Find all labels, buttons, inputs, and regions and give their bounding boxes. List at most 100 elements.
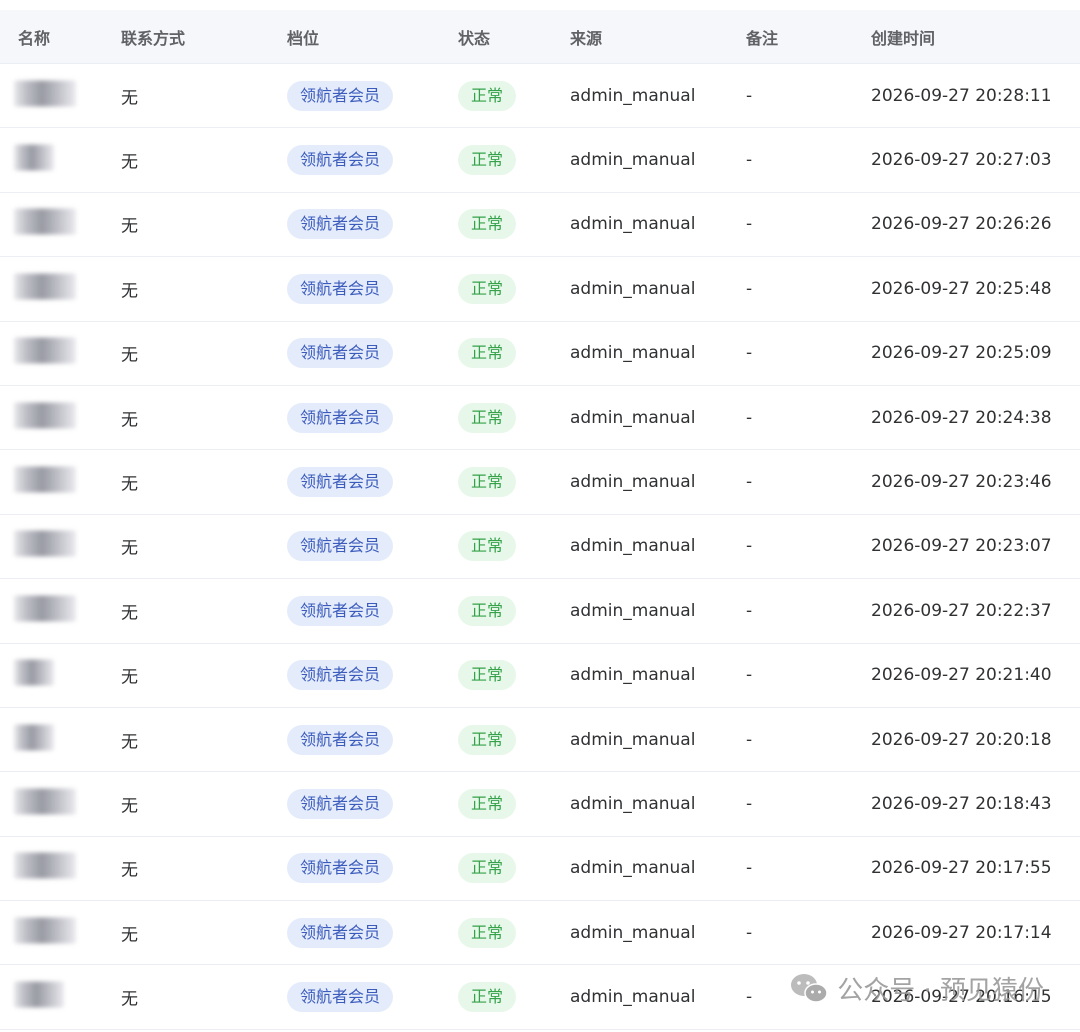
member-name-redacted [14,917,76,948]
tier-tag-label: 领航者会员 [287,467,394,498]
status-badge: 正常 [458,788,517,819]
table-row[interactable]: 无 领航者会员 正常 admin_manual - 2026-09-27 20:… [0,386,1080,451]
status-badge-label: 正常 [458,145,517,176]
contact-cell: 无 [121,152,138,173]
source-cell: admin_manual [570,665,696,686]
status-badge-label: 正常 [458,982,517,1013]
tier-tag: 领航者会员 [287,595,394,626]
tier-tag-label: 领航者会员 [287,531,394,562]
wechat-icon [789,972,829,1006]
table-row[interactable]: 无 领航者会员 正常 admin_manual - 2026-09-27 20:… [0,515,1080,580]
contact-cell: 无 [121,860,138,881]
table-row[interactable]: 无 领航者会员 正常 admin_manual - 2026-09-27 20:… [0,644,1080,708]
tier-tag: 领航者会员 [287,273,394,304]
status-badge: 正常 [458,531,517,562]
tier-tag: 领航者会员 [287,917,394,948]
status-badge-label: 正常 [458,273,517,304]
source-cell: admin_manual [570,472,696,493]
tier-tag-label: 领航者会员 [287,595,394,626]
table-row[interactable]: 无 领航者会员 正常 admin_manual - 2026-09-27 20:… [0,450,1080,515]
status-badge: 正常 [458,917,517,948]
header-tier[interactable]: 档位 [287,25,319,49]
tier-tag: 领航者会员 [287,209,394,240]
tier-tag-label: 领航者会员 [287,273,394,304]
created-time-cell: 2026-09-27 20:28:11 [871,85,1052,106]
created-time-cell: 2026-09-27 20:21:40 [871,665,1052,686]
member-name-redacted [14,337,76,369]
created-time-cell: 2026-09-27 20:25:48 [871,278,1052,299]
tier-tag: 领航者会员 [287,853,394,884]
note-cell: - [746,536,753,557]
table-row[interactable]: 无 领航者会员 正常 admin_manual - 2026-09-27 20:… [0,64,1080,129]
created-time-cell: 2026-09-27 20:23:46 [871,472,1052,493]
contact-cell: 无 [121,216,138,237]
header-status[interactable]: 状态 [458,25,490,49]
tier-tag: 领航者会员 [287,531,394,562]
note-cell: - [746,407,753,428]
table-row[interactable]: 无 领航者会员 正常 admin_manual - 2026-09-27 20:… [0,193,1080,258]
status-badge-label: 正常 [458,80,517,111]
note-cell: - [746,858,753,879]
status-badge: 正常 [458,982,517,1013]
created-time-cell: 2026-09-27 20:24:38 [871,407,1052,428]
note-cell: - [746,278,753,299]
table-row[interactable]: 无 领航者会员 正常 admin_manual - 2026-09-27 20:… [0,322,1080,386]
note-cell: - [746,85,753,106]
created-time-cell: 2026-09-27 20:22:37 [871,600,1052,621]
member-name-redacted [14,724,54,755]
member-name-redacted [14,273,76,304]
tier-tag: 领航者会员 [287,788,394,819]
contact-cell: 无 [121,281,138,302]
status-badge: 正常 [458,145,517,176]
header-note[interactable]: 备注 [746,25,778,49]
contact-cell: 无 [121,796,138,817]
tier-tag: 领航者会员 [287,982,394,1013]
note-cell: - [746,922,753,943]
status-badge-label: 正常 [458,467,517,498]
member-name-redacted [14,80,76,111]
contact-cell: 无 [121,667,138,688]
header-source[interactable]: 来源 [570,25,602,49]
note-cell: - [746,150,753,171]
status-badge-label: 正常 [458,531,517,562]
source-cell: admin_manual [570,214,696,235]
member-name-redacted [14,208,76,240]
contact-cell: 无 [121,925,138,946]
source-cell: admin_manual [570,343,696,364]
status-badge: 正常 [458,853,517,884]
tier-tag-label: 领航者会员 [287,982,394,1013]
status-badge: 正常 [458,338,517,369]
tier-tag-label: 领航者会员 [287,724,394,755]
member-name-redacted [14,530,76,562]
contact-cell: 无 [121,410,138,431]
header-created[interactable]: 创建时间 [871,25,935,49]
table-row[interactable]: 无 领航者会员 正常 admin_manual - 2026-09-27 20:… [0,772,1080,837]
status-badge: 正常 [458,467,517,498]
tier-tag: 领航者会员 [287,660,394,691]
status-badge: 正常 [458,402,517,433]
tier-tag: 领航者会员 [287,338,394,369]
table-row[interactable]: 无 领航者会员 正常 admin_manual - 2026-09-27 20:… [0,579,1080,644]
table-header: 名称 联系方式 档位 状态 来源 备注 创建时间 [0,10,1080,64]
table-row[interactable]: 无 领航者会员 正常 admin_manual - 2026-09-27 20:… [0,708,1080,773]
tier-tag-label: 领航者会员 [287,788,394,819]
table-row[interactable]: 无 领航者会员 正常 admin_manual - 2026-09-27 20:… [0,901,1080,966]
table-row[interactable]: 无 领航者会员 正常 admin_manual - 2026-09-27 20:… [0,257,1080,322]
tier-tag-label: 领航者会员 [287,402,394,433]
source-cell: admin_manual [570,85,696,106]
source-cell: admin_manual [570,858,696,879]
header-name[interactable]: 名称 [18,25,50,49]
status-badge: 正常 [458,595,517,626]
note-cell: - [746,665,753,686]
source-cell: admin_manual [570,987,696,1008]
header-contact[interactable]: 联系方式 [121,25,185,49]
tier-tag: 领航者会员 [287,467,394,498]
note-cell: - [746,214,753,235]
note-cell: - [746,600,753,621]
note-cell: - [746,793,753,814]
status-badge-label: 正常 [458,853,517,884]
note-cell: - [746,343,753,364]
source-cell: admin_manual [570,407,696,428]
table-row[interactable]: 无 领航者会员 正常 admin_manual - 2026-09-27 20:… [0,128,1080,193]
table-row[interactable]: 无 领航者会员 正常 admin_manual - 2026-09-27 20:… [0,837,1080,902]
